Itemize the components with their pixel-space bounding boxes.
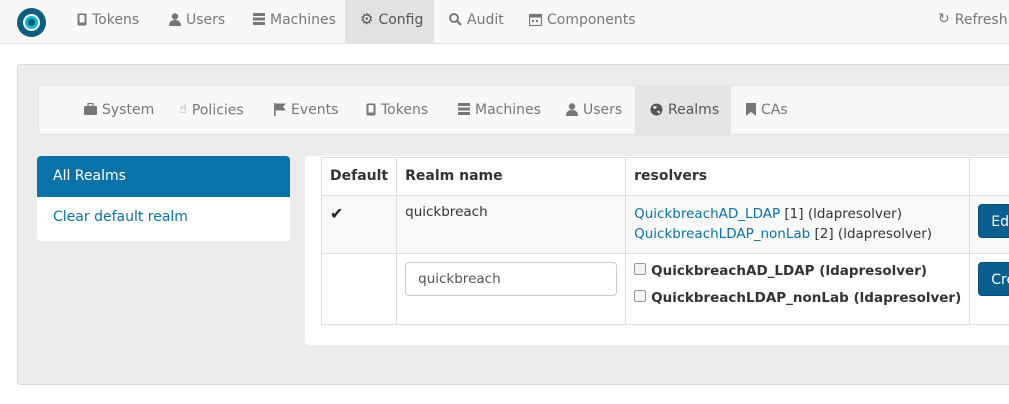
table-row: ✔ quickbreach QuickbreachAD_LDAP [1] (ld… — [320, 195, 1009, 254]
resolver-checkbox[interactable] — [634, 290, 647, 302]
resolvers-cell: QuickbreachAD_LDAP (ldapresolver) Quickb… — [625, 253, 971, 325]
nav-components-label: Components — [547, 12, 636, 28]
resolver-option-label: QuickbreachLDAP_nonLab (ldapresolver) — [651, 290, 962, 306]
column-header-actions — [969, 157, 1009, 196]
nav-config-label: Config — [378, 12, 424, 28]
nav-users[interactable]: Users — [154, 0, 240, 44]
realm-name-input[interactable] — [405, 262, 618, 296]
bookmark-icon — [746, 102, 756, 116]
server-icon — [253, 13, 265, 25]
nav-components[interactable]: Components — [514, 0, 651, 44]
edit-button[interactable]: Edit — [978, 204, 1009, 238]
privacyidea-logo[interactable] — [17, 8, 46, 37]
config-subnav: System ☝ Policies Events Tokens Machines … — [38, 85, 1009, 136]
subnav-system-label: System — [102, 102, 155, 118]
clear-default-realm-link[interactable]: Clear default realm — [37, 197, 290, 238]
default-cell: ✔ — [320, 195, 398, 254]
nav-tokens[interactable]: Tokens — [62, 0, 154, 44]
actions-cell: Edit — [969, 195, 1009, 254]
resolver-link[interactable]: QuickbreachLDAP_nonLab — [634, 226, 810, 242]
briefcase-icon — [84, 103, 97, 115]
hand-pointer-icon: ☝ — [179, 102, 187, 117]
refresh-button[interactable]: ↻ Refresh — [923, 0, 1009, 44]
nav-tokens-label: Tokens — [92, 12, 140, 28]
subnav-machines[interactable]: Machines — [443, 86, 556, 136]
subnav-cas[interactable]: CAs — [731, 86, 803, 136]
resolver-checkbox[interactable] — [634, 263, 647, 275]
subnav-cas-label: CAs — [761, 102, 788, 118]
subnav-tokens[interactable]: Tokens — [351, 86, 443, 136]
create-button[interactable]: Create — [978, 262, 1009, 296]
realm-name-cell — [396, 253, 627, 325]
subnav-realms-label: Realms — [668, 102, 720, 118]
subnav-realms[interactable]: Realms — [635, 86, 731, 136]
actions-cell: Create — [969, 253, 1009, 325]
realm-sidebar: All Realms Clear default realm — [37, 156, 290, 241]
subnav-system[interactable]: System — [69, 86, 169, 136]
resolver-link[interactable]: QuickbreachAD_LDAP — [634, 206, 780, 222]
subnav-events[interactable]: Events — [259, 86, 353, 136]
column-header-default: Default — [320, 157, 398, 196]
gear-icon: ⚙ — [360, 10, 374, 28]
table-row: QuickbreachAD_LDAP (ldapresolver) Quickb… — [320, 253, 1009, 325]
subnav-machines-label: Machines — [475, 102, 541, 118]
default-cell — [320, 253, 398, 325]
realms-table: Default Realm name resolvers ✔ quickbrea… — [320, 157, 1009, 325]
nav-config[interactable]: ⚙ Config — [345, 0, 434, 44]
nav-machines-label: Machines — [270, 12, 336, 28]
globe-icon — [650, 103, 663, 115]
subnav-policies[interactable]: ☝ Policies — [164, 86, 259, 136]
resolver-option-label: QuickbreachAD_LDAP (ldapresolver) — [651, 263, 928, 279]
flag-icon — [274, 102, 286, 116]
resolvers-cell: QuickbreachAD_LDAP [1] (ldapresolver) Qu… — [625, 195, 971, 254]
column-header-resolvers: resolvers — [625, 157, 971, 196]
all-realms-link[interactable]: All Realms — [37, 156, 290, 197]
subnav-users[interactable]: Users — [551, 86, 637, 136]
top-navbar: Tokens Users Machines ⚙ Config Audit Comp… — [0, 0, 1009, 44]
checkmark-icon: ✔ — [330, 204, 344, 223]
search-icon — [449, 12, 462, 26]
nav-audit-label: Audit — [467, 12, 504, 28]
user-icon — [169, 12, 181, 26]
resolver-info: [1] (ldapresolver) — [780, 206, 902, 222]
nav-users-label: Users — [186, 12, 226, 28]
subnav-users-label: Users — [583, 102, 623, 118]
resolver-info: [2] (ldapresolver) — [810, 226, 933, 242]
refresh-label: Refresh — [954, 12, 1008, 28]
user-icon — [566, 102, 578, 116]
refresh-icon: ↻ — [938, 11, 950, 27]
tablet-icon — [366, 103, 376, 115]
calendar-icon — [529, 13, 542, 26]
subnav-events-label: Events — [291, 102, 339, 118]
realm-name-cell: quickbreach — [396, 195, 627, 254]
tablet-icon — [77, 13, 87, 25]
column-header-realm-name: Realm name — [396, 157, 627, 196]
realms-panel: Default Realm name resolvers ✔ quickbrea… — [305, 156, 1009, 345]
server-icon — [458, 103, 470, 115]
nav-audit[interactable]: Audit — [434, 0, 519, 44]
subnav-policies-label: Policies — [191, 102, 244, 119]
nav-machines[interactable]: Machines — [238, 0, 351, 44]
subnav-tokens-label: Tokens — [381, 102, 429, 118]
